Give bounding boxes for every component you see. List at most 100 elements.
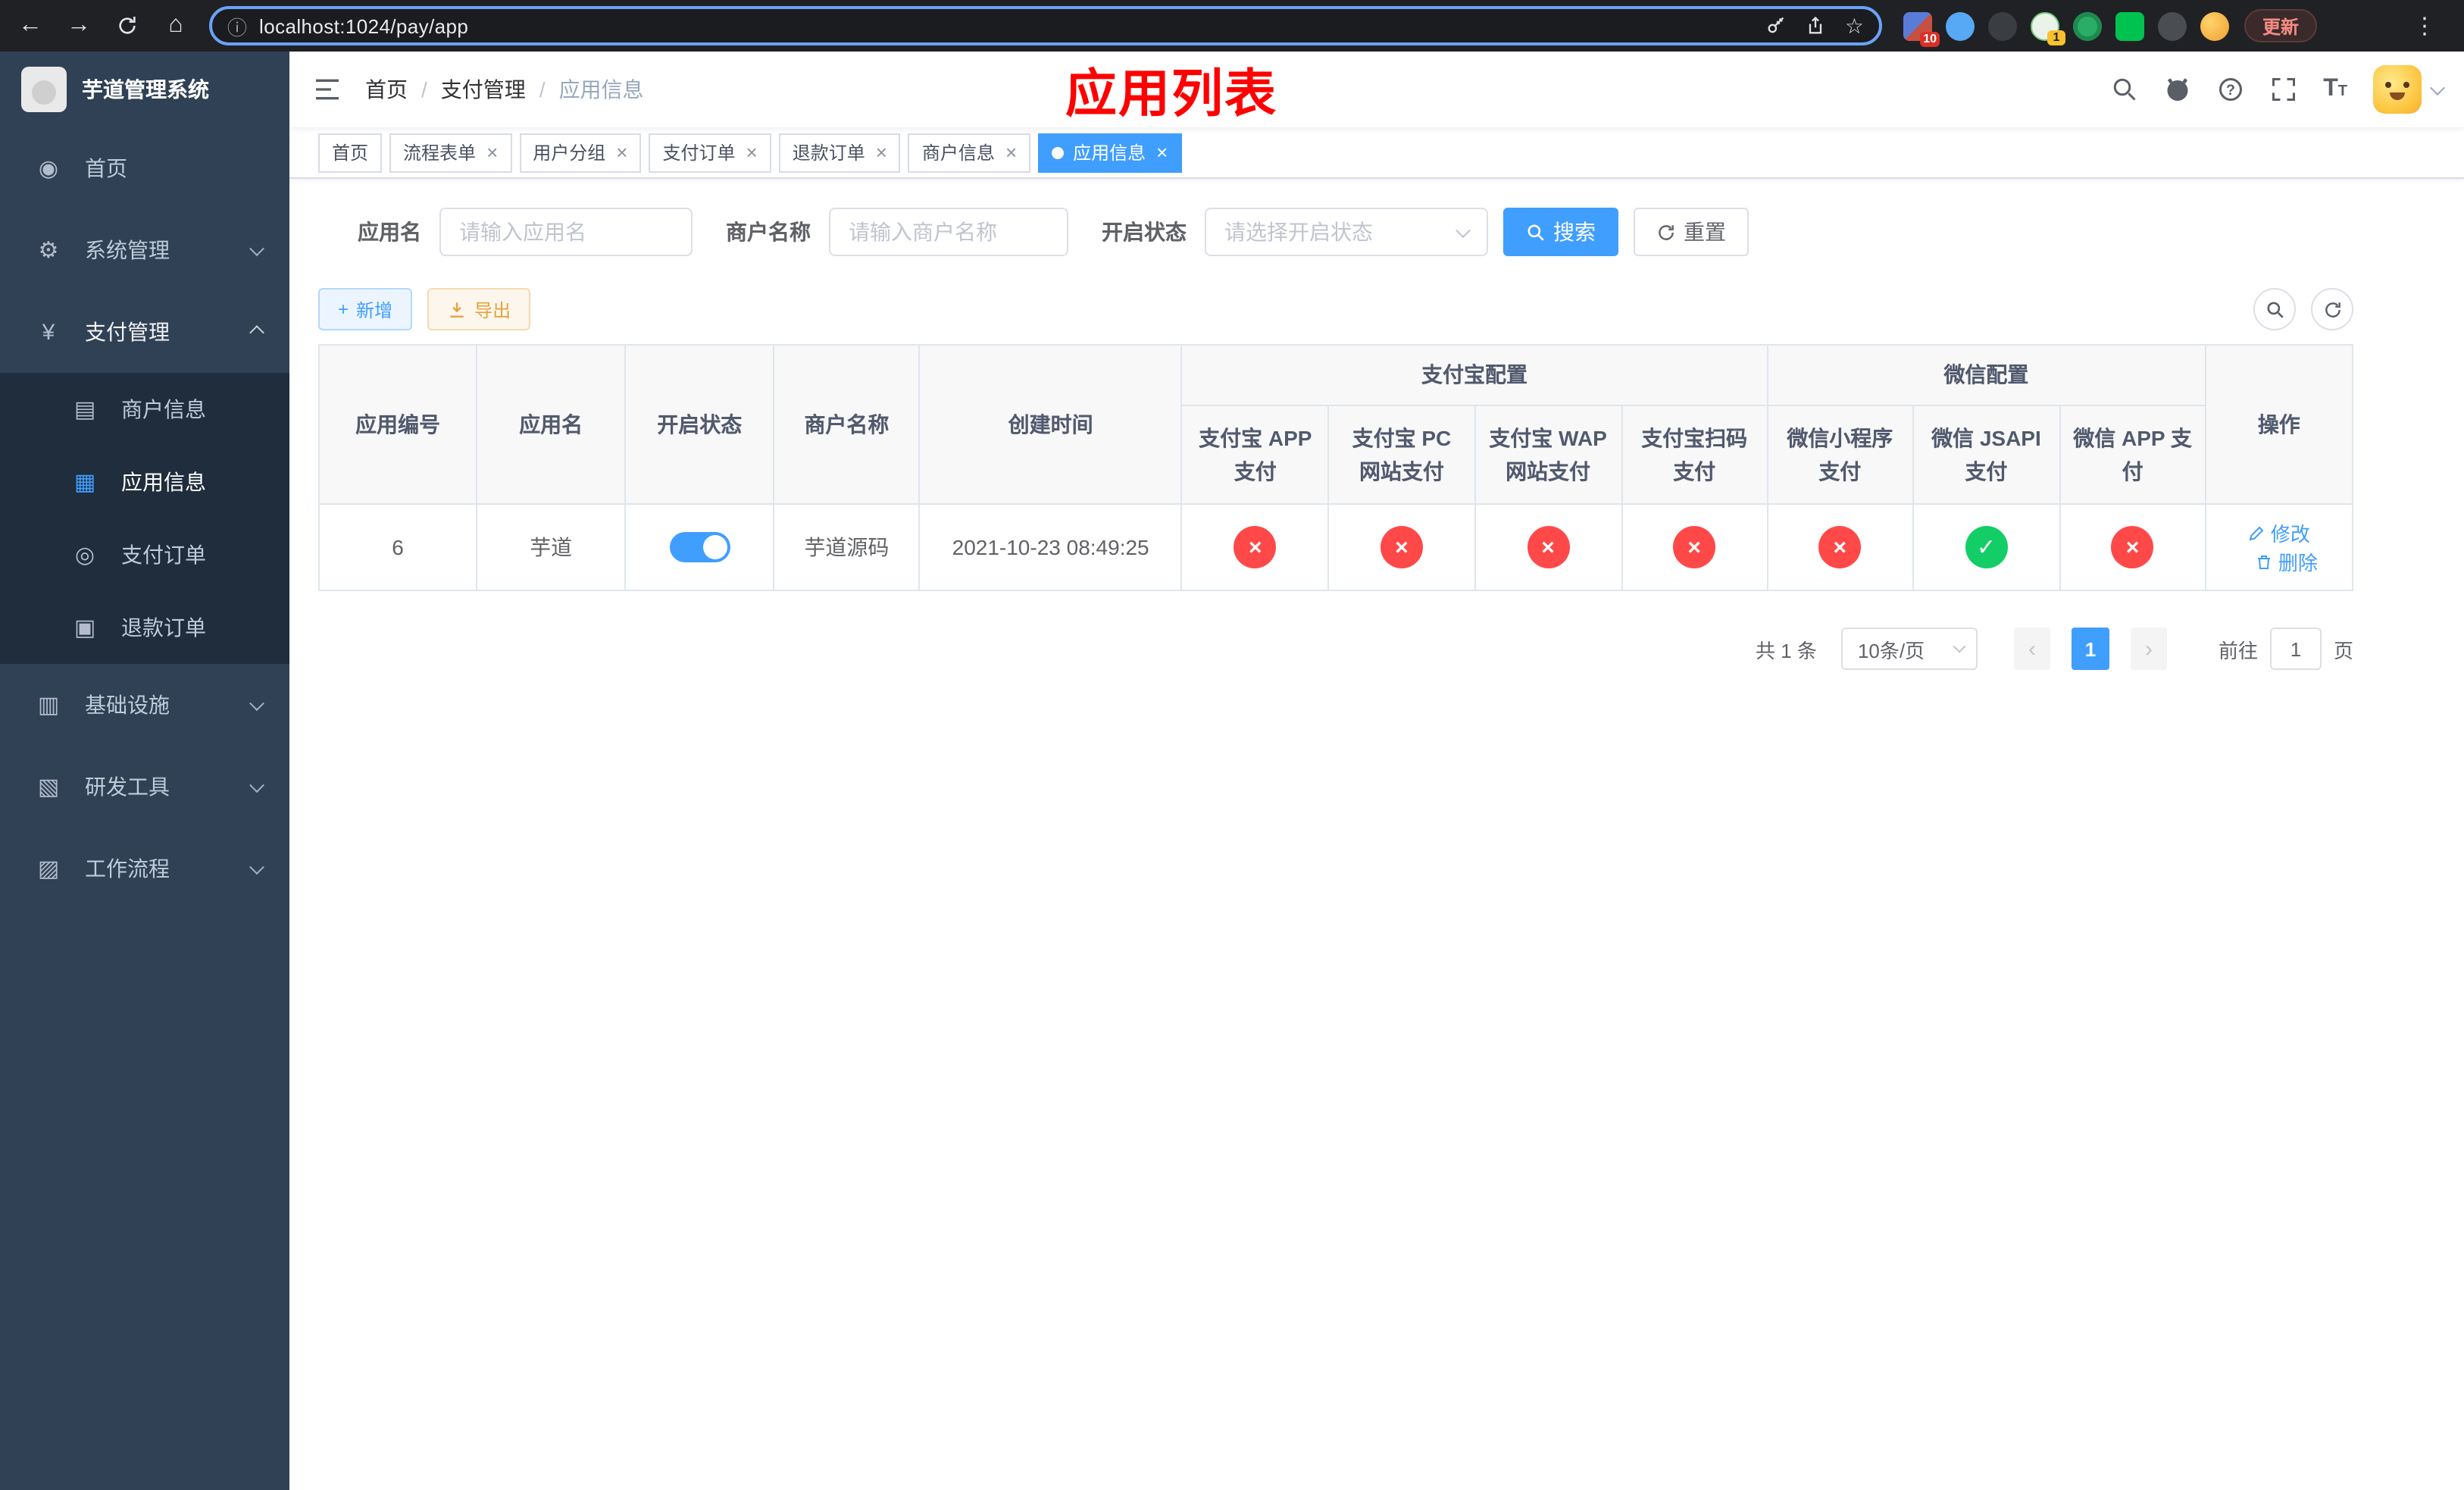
forward-button[interactable]: → — [58, 5, 100, 47]
extension-icon-3[interactable] — [1988, 11, 2017, 40]
chevron-down-icon — [1456, 222, 1471, 238]
tab-merchant-info[interactable]: 商户信息 × — [908, 133, 1031, 172]
goto-page-input[interactable] — [2269, 628, 2322, 670]
search-icon — [1527, 224, 1544, 240]
add-button-label: 新增 — [356, 299, 393, 321]
cell-actions: 修改删除 — [2204, 503, 2354, 591]
trash-icon — [2258, 555, 2271, 568]
tab-process-form[interactable]: 流程表单 × — [389, 133, 512, 172]
extension-icon-1[interactable]: 10 — [1903, 11, 1940, 46]
delete-label: 删除 — [2278, 552, 2318, 574]
extension-icon-7[interactable] — [2158, 11, 2187, 40]
extension-icon-4[interactable]: 1 — [2031, 11, 2065, 45]
cell-app-id: 6 — [317, 503, 478, 591]
back-button[interactable]: ← — [9, 5, 52, 47]
col-created: 创建时间 — [918, 344, 1183, 505]
tab-user-group[interactable]: 用户分组 × — [519, 133, 642, 172]
tab-label: 首页 — [332, 142, 369, 164]
add-button[interactable]: + 新增 — [318, 288, 413, 330]
close-icon[interactable]: × — [746, 142, 758, 162]
main-content: 应用名 商户名称 开启状态 请选择开启状态 搜索 重置 — [289, 179, 2464, 1490]
home-button[interactable]: ⌂ — [155, 5, 197, 47]
page-size-select[interactable]: 10条/页 — [1840, 628, 1978, 670]
export-button[interactable]: 导出 — [427, 288, 531, 330]
reload-icon — [119, 17, 136, 34]
page-number-1[interactable]: 1 — [2071, 628, 2109, 670]
total-count: 共 1 条 — [1756, 639, 1817, 662]
app-name-input[interactable] — [439, 208, 693, 256]
order-icon: ◎ — [74, 543, 95, 568]
github-icon[interactable] — [2164, 76, 2191, 103]
status-select[interactable]: 请选择开启状态 — [1205, 208, 1488, 256]
user-menu[interactable] — [2373, 65, 2445, 114]
extension-icon-2[interactable] — [1946, 11, 1975, 40]
extension-icon-8[interactable] — [2200, 11, 2229, 40]
update-button[interactable]: 更新 — [2244, 9, 2318, 42]
close-icon[interactable]: × — [1156, 142, 1168, 162]
edit-button[interactable]: 修改 — [2248, 518, 2310, 547]
tab-app-info[interactable]: 应用信息 × — [1038, 133, 1182, 172]
col-app-name: 应用名 — [476, 344, 627, 505]
share-icon[interactable] — [1806, 15, 1827, 36]
bookmark-star-icon[interactable]: ☆ — [1845, 13, 1864, 39]
tab-label: 应用信息 — [1073, 142, 1146, 164]
show-search-button[interactable] — [2253, 288, 2296, 330]
sidebar-item-refund-order[interactable]: ▣ 退款订单 — [0, 591, 289, 664]
sidebar-item-payment[interactable]: ¥ 支付管理 — [0, 291, 289, 373]
breadcrumb-current: 应用信息 — [558, 77, 644, 102]
col-group-alipay: 支付宝配置 — [1180, 344, 1768, 406]
address-bar[interactable]: ⓘ localhost:1024/pay/app ☆ — [209, 6, 1882, 45]
reload-button[interactable] — [106, 5, 149, 47]
close-icon[interactable]: × — [486, 142, 498, 162]
sidebar-item-home[interactable]: ◉ 首页 — [0, 127, 289, 209]
tab-refund-order[interactable]: 退款订单 × — [778, 133, 901, 172]
site-info-icon[interactable]: ⓘ — [227, 11, 247, 40]
close-icon[interactable]: × — [1005, 142, 1017, 162]
search-icon[interactable] — [2111, 76, 2138, 103]
browser-menu-button[interactable]: ⋮ — [2403, 5, 2446, 47]
chevron-down-icon — [249, 777, 264, 793]
close-icon[interactable]: × — [616, 142, 627, 162]
next-page-button[interactable]: › — [2130, 628, 2167, 670]
search-button[interactable]: 搜索 — [1503, 208, 1618, 256]
fullscreen-icon[interactable] — [2270, 76, 2297, 103]
sidebar-item-label: 支付订单 — [121, 543, 206, 567]
sidebar-toggle-button[interactable] — [289, 74, 365, 105]
col-merchant: 商户名称 — [773, 344, 921, 505]
font-size-icon[interactable]: TT — [2323, 77, 2347, 102]
tab-pay-order[interactable]: 支付订单 × — [649, 133, 771, 172]
refresh-table-button[interactable] — [2311, 288, 2353, 330]
screen: ← → ⌂ ⓘ localhost:1024/pay/app ☆ 10 1 更新 — [0, 0, 2464, 1490]
sidebar-item-label: 首页 — [85, 156, 127, 180]
breadcrumb-home[interactable]: 首页 — [365, 74, 408, 105]
sidebar-item-label: 应用信息 — [121, 470, 206, 494]
sidebar-item-merchant-info[interactable]: ▤ 商户信息 — [0, 373, 289, 446]
sidebar-item-pay-order[interactable]: ◎ 支付订单 — [0, 518, 289, 591]
help-icon[interactable]: ? — [2217, 76, 2244, 103]
sidebar-item-system[interactable]: ⚙ 系统管理 — [0, 209, 289, 291]
extension-icon-5[interactable] — [2073, 11, 2102, 40]
cell-alipay-pc: × — [1327, 503, 1476, 591]
delete-button[interactable]: 删除 — [2256, 547, 2318, 576]
pagination: 共 1 条 10条/页 ‹ 1 › 前往 页 — [318, 628, 2353, 670]
close-icon[interactable]: × — [876, 142, 887, 162]
breadcrumb-payment[interactable]: 支付管理 — [441, 74, 526, 105]
prev-page-button[interactable]: ‹ — [2013, 628, 2050, 670]
tab-home[interactable]: 首页 — [318, 133, 383, 172]
sidebar-item-infra[interactable]: ▥ 基础设施 — [0, 664, 289, 746]
cell-created: 2021-10-23 08:49:25 — [918, 503, 1183, 591]
extension-badge: 1 — [2047, 30, 2065, 45]
sidebar-item-app-info[interactable]: ▦ 应用信息 — [0, 446, 289, 518]
password-key-icon[interactable] — [1766, 15, 1787, 36]
dashboard-icon: ◉ — [38, 156, 59, 182]
col-wechat-app: 微信 APP 支付 — [2059, 405, 2206, 505]
cell-app-name: 芋道 — [476, 503, 627, 591]
merchant-name-input[interactable] — [829, 208, 1068, 256]
user-avatar[interactable] — [2373, 65, 2422, 114]
status-toggle[interactable] — [669, 532, 730, 562]
cell-wechat-jsapi: ✓ — [1912, 503, 2061, 591]
sidebar-item-devtools[interactable]: ▧ 研发工具 — [0, 746, 289, 828]
reset-button[interactable]: 重置 — [1634, 208, 1749, 256]
sidebar-item-workflow[interactable]: ▨ 工作流程 — [0, 828, 289, 909]
extension-icon-6[interactable] — [2115, 11, 2144, 40]
